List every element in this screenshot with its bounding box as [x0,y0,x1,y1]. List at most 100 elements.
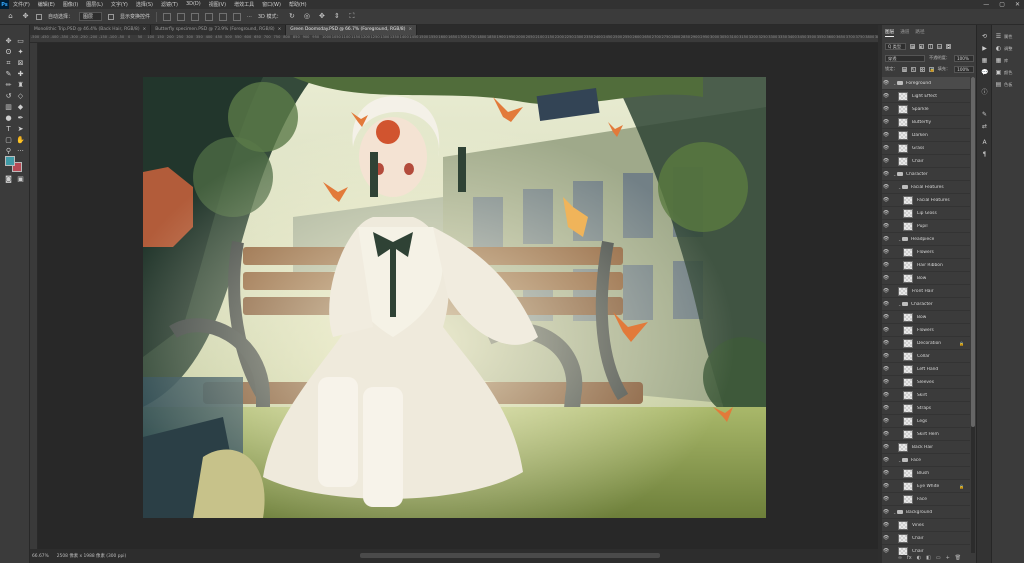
kind-filter-dropdown[interactable]: Q 类型 [885,42,907,50]
healing-brush-icon[interactable]: ✚ [16,70,25,79]
minimize-button[interactable]: — [983,0,989,9]
link-layers-icon[interactable]: ∞ [898,555,902,563]
layer-row[interactable]: 👁 Face [882,493,970,506]
layer-row[interactable]: 👁 ⌄ Headpiece [882,233,970,246]
dock-panel-item[interactable]: ☰ 属性 [995,33,1013,40]
layer-row[interactable]: 👁 Grass [882,142,970,155]
layer-row[interactable]: 👁 Butterfly [882,116,970,129]
maximize-button[interactable]: ▢ [999,0,1005,9]
layer-row[interactable]: 👁 Collar [882,350,970,363]
adjustment-layer-icon[interactable]: ◧ [926,555,931,563]
quick-mask-icon[interactable]: ◙ [4,175,13,184]
visibility-eye-icon[interactable]: 👁 [882,470,890,476]
layer-row[interactable]: 👁 Bow [882,272,970,285]
zoom-level[interactable]: 66.67% [30,554,49,559]
layer-row[interactable]: 👁 Blush [882,467,970,480]
menu-item[interactable]: 选择(S) [136,1,153,8]
visibility-eye-icon[interactable]: 👁 [882,262,890,268]
layer-row[interactable]: 👁 Chair [882,155,970,168]
menu-item[interactable]: 文字(Y) [111,1,128,8]
dock-panel-item[interactable]: ▦ 库 [995,57,1009,64]
home-icon[interactable]: ⌂ [6,12,15,21]
tab-layers[interactable]: 图层 [885,29,895,37]
3d-roll-icon[interactable]: ◎ [302,12,311,21]
blend-mode-dropdown[interactable]: 穿透 [885,54,925,62]
screen-mode-icon[interactable]: ▣ [16,175,25,184]
zoom-tool-icon[interactable]: ⚲ [4,147,13,156]
history-brush-icon[interactable]: ↺ [4,92,13,101]
align-left-icon[interactable] [163,12,172,21]
align-top-icon[interactable] [205,12,214,21]
dock-panel-item[interactable]: ▤ 色板 [995,81,1013,88]
visibility-eye-icon[interactable]: 👁 [882,171,890,177]
visibility-eye-icon[interactable]: 👁 [882,327,890,333]
visibility-eye-icon[interactable]: 👁 [882,288,890,294]
lock-all-icon[interactable]: 🔒 [928,66,935,72]
close-button[interactable]: ✕ [1015,0,1020,9]
layer-row[interactable]: 👁 Bow [882,311,970,324]
menu-item[interactable]: 图层(L) [86,1,103,8]
move-tool-icon[interactable]: ✥ [4,37,13,46]
hand-tool-icon[interactable]: ✋ [16,136,25,145]
layer-row[interactable]: 👁 Flowers [882,324,970,337]
layer-row[interactable]: 👁 ⌄ Foreground [882,77,970,90]
visibility-eye-icon[interactable]: 👁 [882,379,890,385]
stamp-tool-icon[interactable]: ♜ [16,81,25,90]
align-bottom-icon[interactable] [233,12,242,21]
tab-close-icon[interactable]: × [278,25,282,35]
path-select-icon[interactable]: ➤ [16,125,25,134]
fill-input[interactable]: 100% [954,65,975,73]
layer-row[interactable]: 👁 ⌄ Face [882,454,970,467]
layer-row[interactable]: 👁 Skirt Hem [882,428,970,441]
visibility-eye-icon[interactable]: 👁 [882,392,890,398]
brush-settings-icon[interactable]: ✎ [981,111,988,118]
layer-row[interactable]: 👁 ⌄ Facial Features [882,181,970,194]
tab-green-doomsday[interactable]: Green Doomsday.PSD @ 66.7% (Foreground, … [286,25,418,35]
delete-layer-icon[interactable]: 🗑 [955,555,961,563]
layer-row[interactable]: 👁 Vines [882,519,970,532]
magic-wand-icon[interactable]: ✦ [16,48,25,57]
mask-icon[interactable]: ◐ [917,555,921,563]
info-icon[interactable]: ⓘ [981,89,988,96]
adjustment-filter-icon[interactable]: ◐ [919,43,925,49]
tab-close-icon[interactable]: × [143,25,147,35]
visibility-eye-icon[interactable]: 👁 [882,184,890,190]
visibility-eye-icon[interactable]: 👁 [882,457,890,463]
gradient-tool-icon[interactable]: ▥ [4,103,13,112]
visibility-eye-icon[interactable]: 👁 [882,301,890,307]
visibility-eye-icon[interactable]: 👁 [882,444,890,450]
layer-row[interactable]: 👁 Eye White 🔒 [882,480,970,493]
photoshop-logo[interactable]: Ps [0,0,9,9]
visibility-eye-icon[interactable]: 👁 [882,236,890,242]
visibility-eye-icon[interactable]: 👁 [882,275,890,281]
horizontal-scrollbar[interactable] [360,553,660,558]
lasso-tool-icon[interactable]: ʘ [4,48,13,57]
history-icon[interactable]: ⟲ [981,33,988,40]
show-transform-checkbox[interactable] [108,13,115,20]
visibility-eye-icon[interactable]: 👁 [882,548,890,554]
visibility-eye-icon[interactable]: 👁 [882,119,890,125]
character-icon[interactable]: A [981,139,988,146]
tab-monolithic-trip[interactable]: Monolithic Trip.PSD @ 46.4% (Back Hair, … [30,25,152,35]
layer-row[interactable]: 👁 Front Hair [882,285,970,298]
visibility-eye-icon[interactable]: 👁 [882,158,890,164]
blur-tool-icon[interactable]: ◆ [16,103,25,112]
menu-item[interactable]: 窗口(W) [262,1,281,8]
crop-tool-icon[interactable]: ⌗ [4,59,13,68]
frame-tool-icon[interactable]: ⊠ [16,59,25,68]
dock-panel-item[interactable]: ▣ 颜色 [995,69,1013,76]
visibility-eye-icon[interactable]: 👁 [882,132,890,138]
artwork-canvas[interactable] [143,77,766,518]
visibility-eye-icon[interactable]: 👁 [882,535,890,541]
layer-row[interactable]: 👁 ⌄ Background [882,506,970,519]
eraser-tool-icon[interactable]: ◇ [16,92,25,101]
visibility-eye-icon[interactable]: 👁 [882,249,890,255]
rectangle-tool-icon[interactable]: ▢ [4,136,13,145]
layer-row[interactable]: 👁 Hair Ribbon [882,259,970,272]
layer-row[interactable]: 👁 Light Effect [882,90,970,103]
type-filter-icon[interactable]: T [928,43,934,49]
paragraph-icon[interactable]: ¶ [981,151,988,158]
new-layer-icon[interactable]: + [946,555,950,563]
visibility-eye-icon[interactable]: 👁 [882,366,890,372]
new-group-icon[interactable]: ▭ [936,555,941,563]
